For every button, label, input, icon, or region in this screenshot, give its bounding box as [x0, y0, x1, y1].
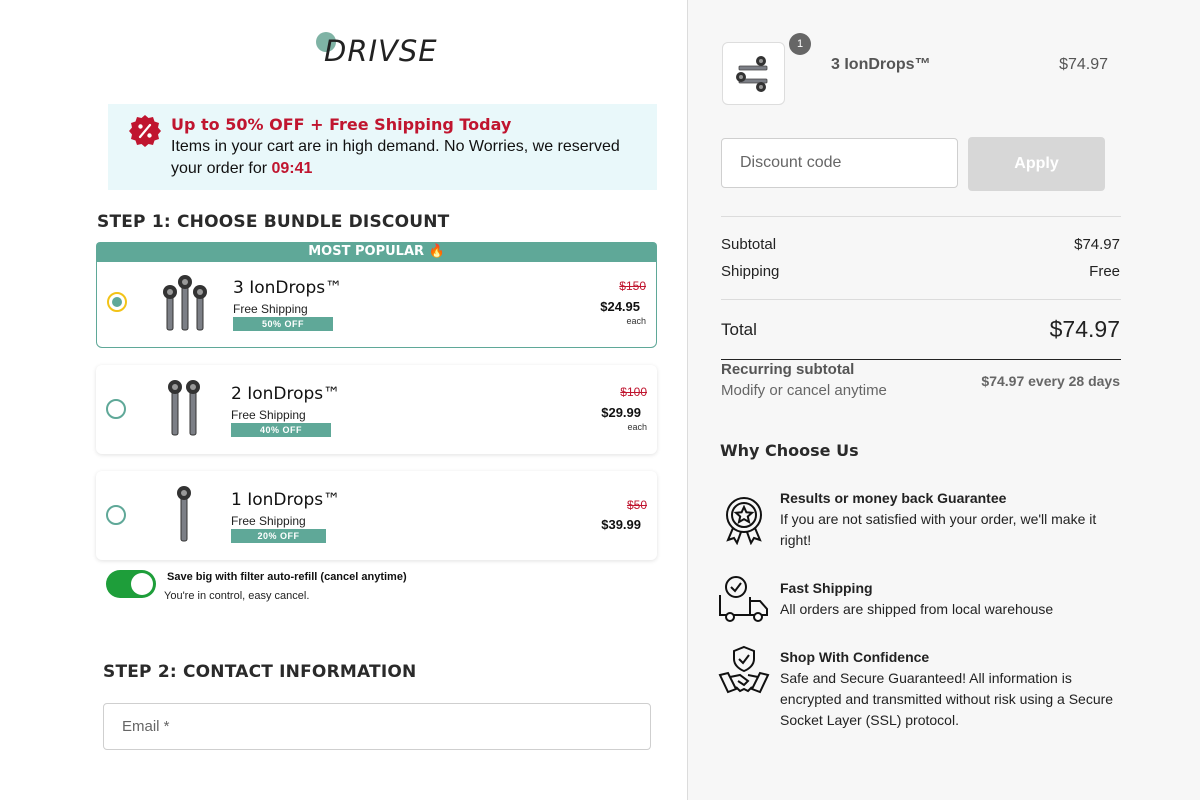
bundle-name: 2 IonDrops™	[231, 384, 341, 404]
hair-dryer-trio-image	[163, 275, 207, 331]
discount-badge: 50% OFF	[233, 317, 333, 331]
feature-text: Safe and Secure Guaranteed! All informat…	[780, 670, 1114, 728]
recurring-subtotal-note: Modify or cancel anytime	[721, 382, 887, 399]
promo-body-text: Items in your cart are in high demand. N…	[171, 138, 620, 177]
subtotal-label: Subtotal	[721, 236, 777, 253]
bundle-name: 3 IonDrops™	[233, 278, 343, 298]
original-price: $50	[626, 498, 647, 512]
original-price: $100	[620, 385, 647, 399]
feature-title: Fast Shipping	[780, 580, 873, 596]
bundle-price: $29.99	[601, 405, 641, 420]
step1-title: STEP 1: CHOOSE BUNDLE DISCOUNT	[97, 212, 450, 232]
autorefill-toggle[interactable]	[106, 570, 156, 598]
hair-dryer-single-image	[177, 486, 191, 542]
promo-body: Items in your cart are in high demand. N…	[171, 136, 651, 180]
why-choose-us-title: Why Choose Us	[720, 441, 859, 460]
award-badge-icon	[726, 497, 762, 545]
cart-quantity-badge: 1	[789, 33, 811, 55]
promo-banner: Up to 50% OFF + Free Shipping Today Item…	[108, 104, 657, 190]
hair-dryer-pair-image	[168, 380, 200, 436]
most-popular-label: MOST POPULAR 🔥	[96, 242, 657, 262]
divider	[721, 216, 1121, 217]
order-summary-column: 1 3 IonDrops™ $74.97 Apply Subtotal $74.…	[687, 0, 1200, 800]
recurring-subtotal-value: $74.97 every 28 days	[981, 373, 1120, 389]
recurring-subtotal-label: Recurring subtotal	[721, 361, 855, 378]
feature-title: Results or money back Guarantee	[780, 490, 1007, 506]
brand-logo[interactable]: DRIVSE	[316, 30, 446, 70]
bundle-radio[interactable]	[106, 505, 126, 525]
handshake-shield-icon	[718, 645, 770, 694]
checkout-form-column: DRIVSE Up to 50% OFF + Free Shipping Tod…	[0, 0, 687, 800]
bundle-option-3[interactable]: 3 IonDrops™ Free Shipping 50% OFF $150 $…	[96, 261, 657, 348]
product-thumbnail-icon	[736, 56, 768, 92]
discount-percent-icon	[129, 115, 161, 147]
discount-badge: 40% OFF	[231, 423, 331, 437]
feature-title: Shop With Confidence	[780, 649, 930, 665]
cart-item-thumbnail	[722, 42, 785, 105]
original-price: $150	[619, 279, 646, 293]
bundle-option-2[interactable]: 2 IonDrops™ Free Shipping 40% OFF $100 $…	[96, 365, 657, 454]
bundle-price: $24.95	[600, 299, 640, 314]
total-value: $74.97	[1049, 316, 1120, 342]
bundle-shipping: Free Shipping	[231, 408, 306, 422]
price-unit: each	[626, 316, 646, 326]
feature-text: If you are not satisfied with your order…	[780, 511, 1097, 548]
bundle-price: $39.99	[601, 517, 641, 532]
cart-item-name: 3 IonDrops™	[831, 56, 931, 73]
bundle-name: 1 IonDrops™	[231, 490, 341, 510]
delivery-truck-icon	[719, 576, 768, 622]
bundle-option-1[interactable]: 1 IonDrops™ Free Shipping 20% OFF $50 $3…	[96, 471, 657, 560]
logo-text: DRIVSE	[324, 34, 438, 68]
bundle-radio[interactable]	[106, 399, 126, 419]
reservation-timer: 09:41	[271, 160, 313, 177]
shipping-value: Free	[1089, 263, 1120, 280]
apply-discount-button[interactable]: Apply	[968, 137, 1105, 191]
price-unit: each	[627, 422, 647, 432]
email-field[interactable]	[103, 703, 651, 750]
bundle-radio-selected[interactable]	[107, 292, 127, 312]
discount-code-input[interactable]	[721, 138, 958, 188]
bundle-shipping: Free Shipping	[233, 302, 308, 316]
autorefill-title: Save big with filter auto-refill (cancel…	[167, 571, 407, 583]
autorefill-subtitle: You're in control, easy cancel.	[164, 590, 310, 602]
cart-item-price: $74.97	[1059, 56, 1108, 73]
divider	[721, 359, 1121, 360]
divider	[721, 299, 1121, 300]
subtotal-value: $74.97	[1074, 236, 1120, 253]
feature-text: All orders are shipped from local wareho…	[780, 601, 1054, 617]
total-label: Total	[721, 320, 757, 339]
promo-headline: Up to 50% OFF + Free Shipping Today	[171, 115, 512, 134]
discount-badge: 20% OFF	[231, 529, 326, 543]
bundle-shipping: Free Shipping	[231, 514, 306, 528]
step2-title: STEP 2: CONTACT INFORMATION	[103, 662, 417, 682]
shipping-label: Shipping	[721, 263, 780, 280]
